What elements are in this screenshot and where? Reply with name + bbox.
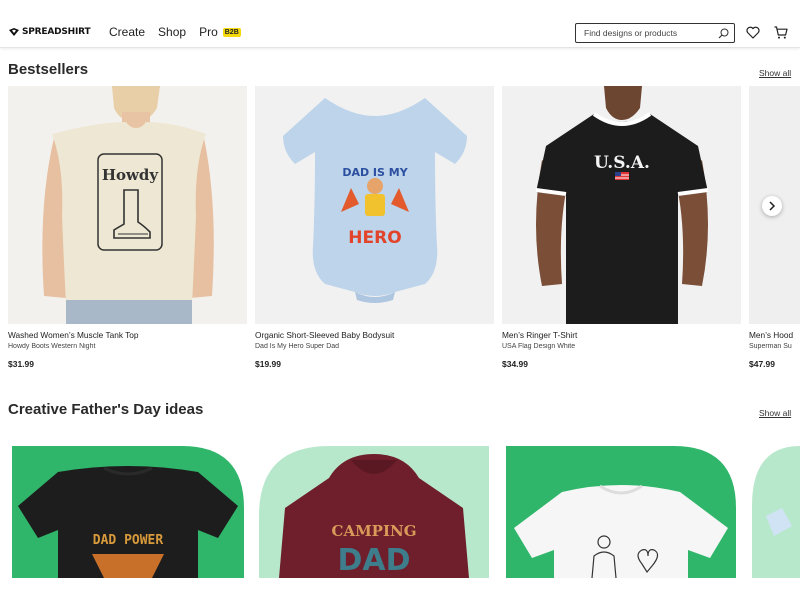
- product-image-ringer-tshirt[interactable]: U.S.A.: [502, 86, 741, 324]
- product-title[interactable]: Washed Women’s Muscle Tank Top: [8, 330, 247, 340]
- fathers-day-card-partial[interactable]: [752, 446, 800, 578]
- product-image-baby-bodysuit[interactable]: DAD IS MY HERO: [255, 86, 494, 324]
- product-subtitle: Dad Is My Hero Super Dad: [255, 343, 340, 350]
- logo-mark-icon: [9, 28, 19, 36]
- logo-text: SPREADSHIRT: [22, 27, 91, 37]
- nav-create[interactable]: Create: [109, 25, 145, 39]
- search-box: [575, 23, 735, 43]
- dad-text: DAD: [337, 543, 410, 578]
- fathers-day-card-camping-dad[interactable]: CAMPING DAD: [259, 446, 489, 578]
- search-input[interactable]: [584, 28, 712, 38]
- product-price: $47.99: [749, 359, 775, 369]
- product-title[interactable]: Men’s Hood: [749, 330, 800, 340]
- fathers-day-card-dad-power[interactable]: DAD POWER: [12, 446, 244, 578]
- product-card[interactable]: Men’s Hood Superman Su $47.99: [749, 86, 800, 369]
- product-card[interactable]: DAD IS MY HERO Organic Short-Sleeved Bab…: [255, 86, 494, 369]
- nav-pro-label: Pro: [199, 25, 218, 39]
- dad-power-text: DAD POWER: [93, 533, 164, 548]
- camping-text: CAMPING: [332, 522, 417, 540]
- print-bottom-text: HERO: [348, 228, 401, 248]
- carousel-next-button[interactable]: [762, 196, 782, 216]
- product-image-tank-top[interactable]: Howdy: [8, 86, 247, 324]
- nav-shop[interactable]: Shop: [158, 25, 186, 39]
- product-price: $34.99: [502, 359, 528, 369]
- dad-is-my-hero-print: DAD IS MY HERO: [341, 166, 409, 248]
- search-icon[interactable]: [718, 28, 729, 39]
- fathers-day-card-line-art-tee[interactable]: [506, 446, 736, 578]
- bestsellers-title: Bestsellers: [8, 61, 89, 78]
- product-title[interactable]: Men’s Ringer T-Shirt: [502, 330, 741, 340]
- print-top-text: DAD IS MY: [342, 166, 408, 179]
- product-card[interactable]: U.S.A. Men’s Ringer T-Shirt USA Flag Des…: [502, 86, 741, 369]
- fathers-day-show-all-link[interactable]: Show all: [759, 408, 791, 418]
- bestsellers-show-all-link[interactable]: Show all: [759, 68, 791, 78]
- b2b-badge: B2B: [222, 28, 241, 37]
- main-nav: Create Shop Pro B2B: [109, 25, 241, 39]
- site-header: SPREADSHIRT Create Shop Pro B2B: [0, 0, 800, 48]
- usa-text: U.S.A.: [594, 153, 650, 173]
- spreadshirt-logo[interactable]: SPREADSHIRT: [9, 27, 91, 37]
- nav-pro[interactable]: Pro B2B: [199, 25, 241, 39]
- product-title[interactable]: Organic Short-Sleeved Baby Bodysuit: [255, 330, 494, 340]
- heart-icon[interactable]: [746, 26, 760, 39]
- product-subtitle: USA Flag Design White: [502, 343, 576, 350]
- product-price: $19.99: [255, 359, 281, 369]
- product-card[interactable]: Howdy Washed Women’s Muscle Tank Top How…: [8, 86, 247, 369]
- howdy-text: Howdy: [102, 166, 160, 184]
- fathers-day-title: Creative Father's Day ideas: [8, 401, 204, 418]
- cart-icon[interactable]: [774, 26, 788, 39]
- product-subtitle: Howdy Boots Western Night: [8, 343, 96, 350]
- chevron-right-icon: [769, 201, 776, 211]
- product-price: $31.99: [8, 359, 34, 369]
- product-subtitle: Superman Su: [749, 343, 792, 350]
